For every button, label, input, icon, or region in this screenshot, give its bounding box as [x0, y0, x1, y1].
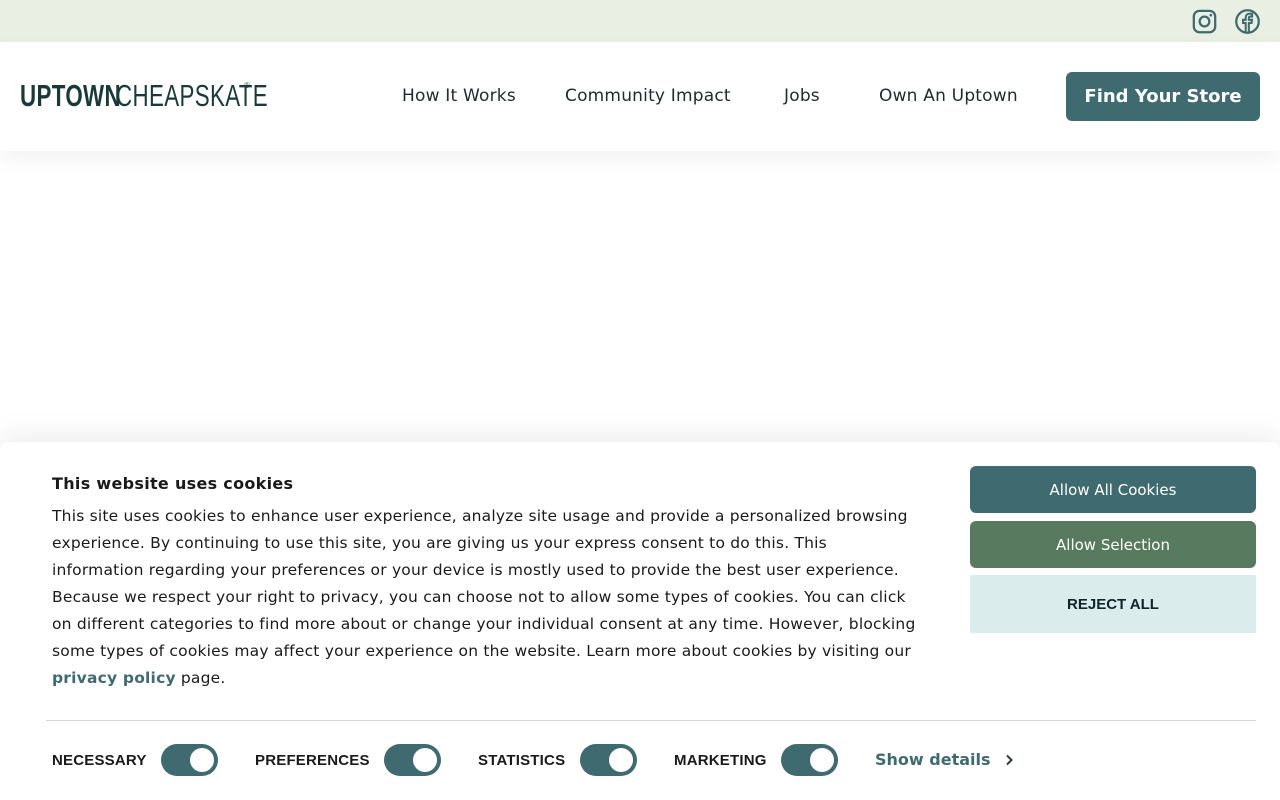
show-details-label: Show details — [875, 750, 991, 769]
toggle-knob — [609, 748, 633, 772]
instagram-icon — [1192, 9, 1216, 33]
category-label-marketing: MARKETING — [674, 752, 767, 769]
cookie-body-suffix: page. — [175, 669, 226, 687]
category-label-statistics: STATISTICS — [478, 752, 566, 769]
toggle-knob — [190, 748, 214, 772]
show-details-link[interactable]: Show details — [875, 750, 1015, 769]
facebook-icon — [1234, 8, 1260, 34]
privacy-policy-link[interactable]: privacy policy — [52, 669, 176, 687]
instagram-link[interactable] — [1190, 7, 1218, 35]
category-label-necessary: NECESSARY — [52, 752, 147, 769]
cookie-banner-divider — [46, 720, 1256, 721]
nav-how-it-works[interactable]: How It Works — [402, 86, 516, 106]
logo-text-bold: UPTOWN — [20, 78, 121, 113]
toggle-statistics[interactable] — [580, 744, 637, 776]
toggle-preferences[interactable] — [384, 744, 441, 776]
nav-own-an-uptown[interactable]: Own An Uptown — [879, 86, 1018, 106]
find-your-store-button[interactable]: Find Your Store — [1066, 72, 1260, 121]
allow-selection-button[interactable]: Allow Selection — [970, 521, 1256, 568]
category-label-preferences: PREFERENCES — [255, 752, 370, 769]
chevron-right-icon — [1005, 754, 1013, 765]
cookie-body-text: This site uses cookies to enhance user e… — [52, 507, 916, 660]
reject-all-button[interactable]: REJECT ALL — [970, 575, 1256, 633]
facebook-link[interactable] — [1233, 7, 1261, 35]
site-header: UPTOWN CHEAPSKATE ® How It Works Communi… — [0, 42, 1280, 151]
site-logo[interactable]: UPTOWN CHEAPSKATE ® — [20, 78, 268, 114]
toggle-necessary[interactable] — [161, 744, 218, 776]
allow-all-cookies-button[interactable]: Allow All Cookies — [970, 466, 1256, 513]
cookie-banner-title: This website uses cookies — [52, 474, 294, 493]
cookie-banner-text: This site uses cookies to enhance user e… — [52, 503, 922, 692]
top-bar — [0, 0, 1280, 42]
toggle-knob — [413, 748, 437, 772]
toggle-marketing[interactable] — [781, 744, 838, 776]
logo-registered-mark: ® — [244, 81, 251, 90]
logo-text-light: CHEAPSKATE — [116, 78, 269, 113]
cookie-banner: This website uses cookies This site uses… — [0, 442, 1280, 800]
nav-jobs[interactable]: Jobs — [784, 86, 820, 106]
nav-community-impact[interactable]: Community Impact — [565, 86, 731, 106]
toggle-knob — [810, 748, 834, 772]
